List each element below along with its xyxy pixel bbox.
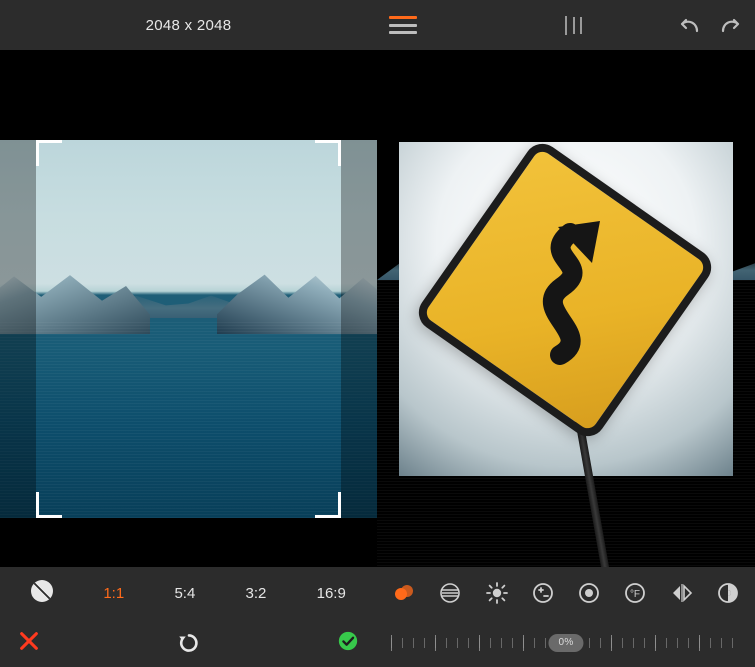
filter-temperature-icon: °F xyxy=(624,582,646,604)
cancel-button[interactable] xyxy=(18,630,40,657)
ratio-16-9[interactable]: 16:9 xyxy=(311,581,352,606)
edit-bottombar: °F 0% xyxy=(377,567,755,667)
filter-rows-button[interactable] xyxy=(433,576,467,610)
crop-action-row xyxy=(0,619,377,667)
menu-button[interactable] xyxy=(389,16,417,34)
crop-overlay[interactable] xyxy=(0,140,377,518)
aspect-ratio-row: 1:1 5:4 3:2 16:9 xyxy=(0,567,377,619)
filter-invert-button[interactable] xyxy=(711,576,745,610)
filter-hue-icon xyxy=(393,582,415,604)
filter-vignette-icon xyxy=(578,582,600,604)
filter-exposure-button[interactable] xyxy=(526,576,560,610)
ratio-1-1[interactable]: 1:1 xyxy=(97,581,130,606)
filters-row: °F xyxy=(377,567,755,619)
edit-topbar xyxy=(377,0,755,50)
close-icon xyxy=(18,630,40,652)
adjustment-slider[interactable]: 0% xyxy=(377,619,755,667)
crop-handle-tl[interactable] xyxy=(36,140,62,166)
app-root: 2048 x 2048 xyxy=(0,0,755,667)
svg-text:°F: °F xyxy=(630,589,640,600)
hamburger-icon xyxy=(389,16,417,19)
filter-temperature-button[interactable]: °F xyxy=(618,576,652,610)
slider-track[interactable]: 0% xyxy=(391,632,741,654)
redo-icon xyxy=(719,15,743,35)
reset-button[interactable] xyxy=(176,630,202,656)
checkmark-circle-icon xyxy=(337,630,359,652)
ratio-3-2[interactable]: 3:2 xyxy=(240,581,273,606)
filter-flip-button[interactable] xyxy=(665,576,699,610)
filter-brightness-button[interactable] xyxy=(480,576,514,610)
crop-handle-tr[interactable] xyxy=(315,140,341,166)
redo-button[interactable] xyxy=(719,15,743,35)
edit-pane: °F 0% xyxy=(377,0,755,667)
letterbox-top xyxy=(377,50,755,130)
letterbox-top xyxy=(0,50,377,140)
road-sign xyxy=(412,137,718,443)
ratio-5-4[interactable]: 5:4 xyxy=(168,581,201,606)
filter-brightness-icon xyxy=(485,581,509,605)
filter-rows-icon xyxy=(439,582,461,604)
curve-arrow-icon xyxy=(500,215,630,365)
slider-value-pill[interactable]: 0% xyxy=(548,634,583,652)
edit-canvas[interactable] xyxy=(377,50,755,567)
grid-icon xyxy=(565,16,567,35)
crop-handle-bl[interactable] xyxy=(36,492,62,518)
filter-flip-icon xyxy=(671,582,693,604)
undo-circular-icon xyxy=(176,630,202,656)
filter-invert-icon xyxy=(717,582,739,604)
filter-hue-button[interactable] xyxy=(387,576,421,610)
undo-icon xyxy=(677,15,701,35)
contrast-toggle[interactable] xyxy=(25,576,59,610)
history-buttons xyxy=(677,15,743,35)
filter-exposure-icon xyxy=(532,582,554,604)
crop-pane: 2048 x 2048 xyxy=(0,0,377,667)
confirm-button[interactable] xyxy=(337,630,359,657)
crop-topbar: 2048 x 2048 xyxy=(0,0,377,50)
undo-button[interactable] xyxy=(677,15,701,35)
filter-vignette-button[interactable] xyxy=(572,576,606,610)
crop-handle-br[interactable] xyxy=(315,492,341,518)
image-dimensions-label: 2048 x 2048 xyxy=(146,17,232,34)
crop-dim-right xyxy=(341,140,377,518)
crop-bottombar: 1:1 5:4 3:2 16:9 xyxy=(0,567,377,667)
crop-canvas[interactable] xyxy=(0,50,377,567)
crop-frame[interactable] xyxy=(36,140,341,518)
contrast-icon xyxy=(31,580,53,602)
crop-dim-left xyxy=(0,140,36,518)
grid-toggle-button[interactable] xyxy=(565,17,567,34)
overlay-photo xyxy=(399,142,733,476)
